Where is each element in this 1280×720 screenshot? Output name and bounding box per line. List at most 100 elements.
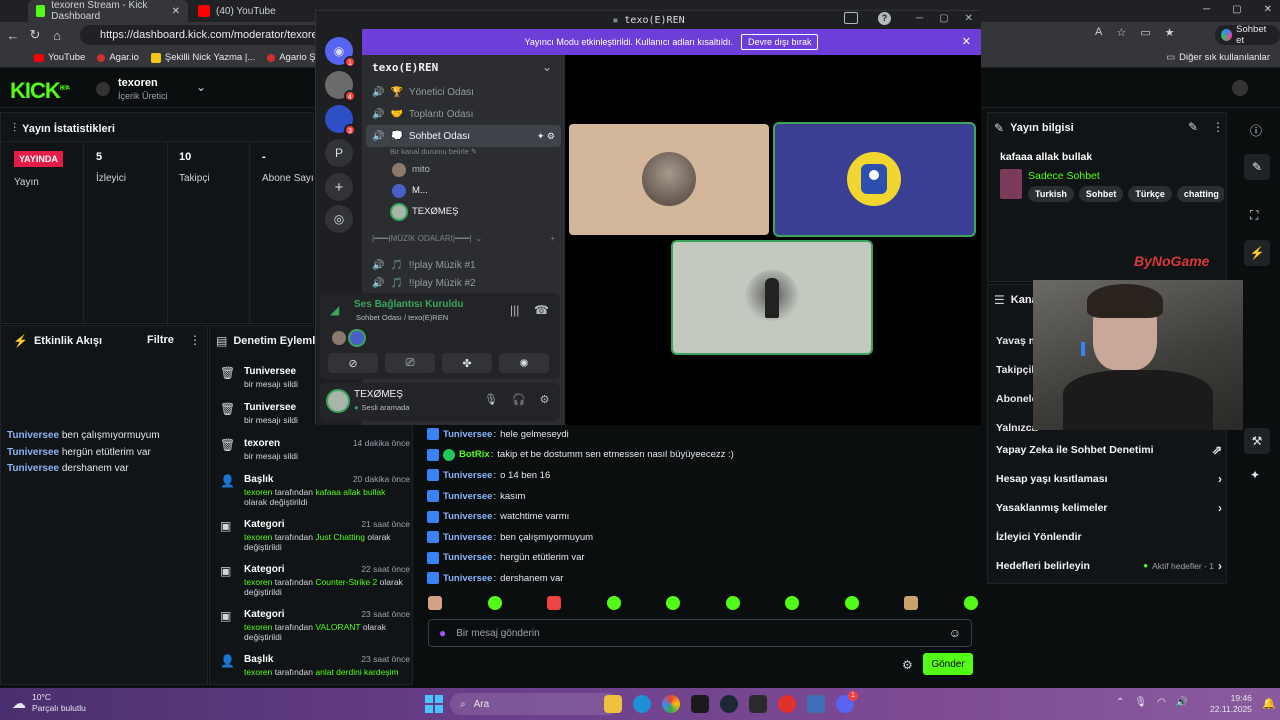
voice-user[interactable]: M... [362,180,565,201]
close-tab-icon[interactable]: ✕ [172,6,180,17]
app-icon[interactable] [807,695,825,713]
chat-username[interactable]: Tuniversee [443,532,492,543]
emote-icon[interactable] [785,596,800,610]
setting-account-age[interactable]: Hesap yaşı kısıtlaması › [996,464,1222,493]
disconnect-icon[interactable]: ☎ [534,303,549,317]
moderation-actor[interactable]: texoren [244,622,272,632]
chrome-icon[interactable] [662,695,680,713]
tag[interactable]: Turkish [1028,186,1074,202]
activity-user[interactable]: Tuniversee [7,463,59,474]
emote-icon[interactable] [547,596,562,610]
hammer-icon[interactable]: ⚒ [1244,428,1270,454]
screen-share-icon[interactable]: ⎚ [385,353,435,373]
maximize-icon[interactable]: ▢ [1232,4,1241,15]
wifi-icon[interactable]: ◠ [1157,697,1166,708]
voice-user[interactable]: TEXØMEŞ [362,201,565,222]
participant-tile-speaking[interactable] [673,242,871,353]
server-p[interactable]: P [325,139,353,167]
kick-logo[interactable]: KICKBETA [10,78,70,104]
moderation-actor[interactable]: texoren [244,577,272,587]
close-banner-icon[interactable]: ✕ [962,35,971,48]
start-icon[interactable] [425,695,443,713]
edge-icon[interactable] [633,695,651,713]
microphone-icon[interactable]: 🎙 [484,393,498,406]
epic-games-icon[interactable] [749,695,767,713]
bookmark-nick[interactable]: Şekilli Nick Yazma |... [150,52,255,63]
emote-icon[interactable] [606,596,621,610]
emote-icon[interactable] [904,596,919,610]
tab-kick-dashboard[interactable]: texoren Stream - Kick Dashboard ✕ [28,0,188,22]
chat-settings-icon[interactable]: ⚙ [902,658,913,672]
user-name[interactable]: TEXØMEŞ [354,389,403,400]
bolt-icon[interactable]: ⚡ [1244,240,1270,266]
volume-icon[interactable]: 🔊 [1176,697,1188,708]
voice-channel[interactable]: 🔊 🎵 !!play Müzik #1 [362,254,565,276]
help-icon[interactable]: ? [878,12,891,25]
setting-banned-words[interactable]: Yasaklanmış kelimeler › [996,493,1222,522]
add-channel-icon[interactable]: + [550,234,555,254]
home-icon[interactable]: ⌂ [46,28,68,43]
chat-username[interactable]: Tuniversee [443,429,492,440]
send-button[interactable]: Gönder [923,653,973,675]
chat-username[interactable]: Tuniversee [443,573,492,584]
user-avatar[interactable] [1232,80,1248,96]
activity-user[interactable]: Tuniversee [7,447,59,458]
chat-username[interactable]: Tuniversee [443,511,492,522]
moderation-actor[interactable]: texoren [244,487,272,497]
channel-actions-icon[interactable]: ✦ ⚙ [537,131,555,142]
channel-status[interactable]: Bir kanal durumu belirle ✎ [362,147,565,159]
discord-icon[interactable]: 1 [836,691,858,713]
emote-icon[interactable] [963,596,978,610]
clock[interactable]: 19:46 22.11.2025 [1210,693,1252,715]
microphone-icon[interactable]: 🎙 [1134,697,1147,708]
minimize-icon[interactable]: ─ [1203,4,1210,15]
favorites-icon[interactable]: ★ [1165,26,1175,39]
voice-channel[interactable]: 🔊 🎵 !!play Müzik #2 [362,276,565,290]
emote-icon[interactable] [844,596,859,610]
weather-widget[interactable]: ☁ 10°C Parçalı bulutlu [12,692,86,714]
emoji-icon[interactable]: ☺ [949,626,961,640]
back-icon[interactable]: ← [2,28,24,43]
activities-icon[interactable]: ✤ [442,353,492,373]
voice-channel-active[interactable]: 🔊 💭 Sohbet Odası ✦ ⚙ [366,125,561,147]
tag[interactable]: Sohbet [1078,186,1124,202]
close-icon[interactable]: ✕ [965,13,973,24]
category-name[interactable]: Sadece Sohbet [1028,170,1100,182]
focus-icon[interactable]: ⛶ [1250,208,1258,223]
dm-avatar[interactable]: 4 [325,71,356,102]
activity-user[interactable]: Tuniversee [7,430,59,441]
add-server-icon[interactable]: + [325,173,353,201]
tag[interactable]: chatting [1176,186,1224,202]
more-icon[interactable]: ⋮ [189,333,201,347]
chat-username[interactable]: Tuniversee [443,470,492,481]
tag[interactable]: Türkçe [1128,186,1172,202]
taskbar-search[interactable]: ⌕ Ara [450,693,620,715]
user-avatar[interactable] [328,391,348,411]
voice-channel[interactable]: 🔊 🏆 Yönetici Odası [362,81,565,103]
voice-location[interactable]: Sohbet Odası / texo(E)REN [356,313,448,322]
server-name[interactable]: texo(E)REN [372,61,438,74]
mic-icon[interactable]: ● [439,626,446,640]
voice-user[interactable]: mito [362,159,565,180]
maximize-icon[interactable]: ▢ [939,13,948,24]
voice-channel[interactable]: 🔊 🤝 Toplantı Odası [362,103,565,125]
copilot-button[interactable]: Sohbet et [1215,24,1280,46]
server-avatar[interactable]: 3 [325,105,356,136]
noise-suppression-icon[interactable]: ||| [510,303,519,317]
notification-icon[interactable]: 🔔 [1262,697,1276,710]
camera-off-icon[interactable]: ⊘ [328,353,378,373]
disable-streamer-mode-button[interactable]: Devre dışı bırak [740,34,819,50]
settings-icon[interactable]: ⚙ [540,393,550,406]
info-icon[interactable]: ⓘ [1250,122,1262,139]
chevron-up-icon[interactable]: ⌃ [1116,697,1124,708]
emote-icon[interactable] [666,596,681,610]
discord-home-icon[interactable]: ◉ 1 [325,37,356,68]
close-icon[interactable]: ✕ [1264,4,1272,15]
voice-connected-status[interactable]: Ses Bağlantısı Kuruldu [354,299,463,310]
inbox-icon[interactable] [844,12,858,24]
chat-username[interactable]: Tuniversee [443,491,492,502]
participant-tile-speaking[interactable] [775,124,974,235]
reload-icon[interactable]: ↻ [24,27,46,43]
terminal-icon[interactable] [691,695,709,713]
app-icon[interactable] [778,695,796,713]
